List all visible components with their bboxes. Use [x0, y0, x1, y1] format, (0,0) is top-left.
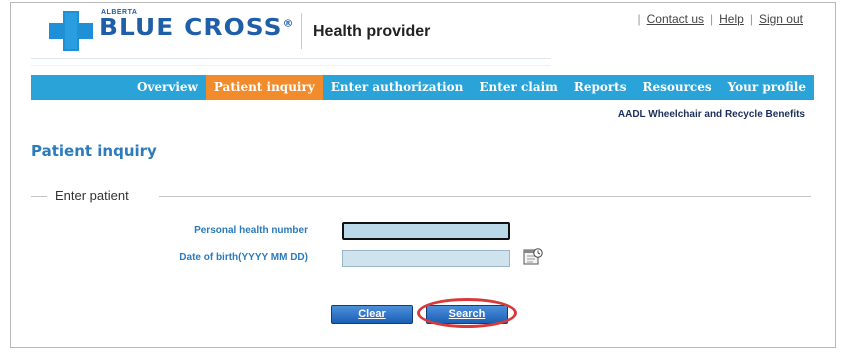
help-link[interactable]: Help — [719, 12, 744, 26]
header-rule — [31, 58, 551, 59]
nav-enter-claim[interactable]: Enter claim — [471, 75, 565, 100]
fieldset-border-right — [159, 196, 811, 197]
nav-enter-authorization[interactable]: Enter authorization — [323, 75, 472, 100]
nav-patient-inquiry[interactable]: Patient inquiry — [205, 75, 323, 100]
nav-reports[interactable]: Reports — [566, 75, 635, 100]
page-title: Patient inquiry — [31, 142, 157, 160]
search-highlight-annotation — [417, 298, 517, 328]
phn-label: Personal health number — [194, 225, 308, 236]
nav-your-profile[interactable]: Your profile — [720, 75, 814, 100]
nav-resources[interactable]: Resources — [634, 75, 719, 100]
main-nav: Overview Patient inquiry Enter authoriza… — [31, 75, 814, 100]
dob-label: Date of birth(YYYY MM DD) — [179, 252, 308, 263]
header-separator — [301, 13, 302, 49]
fieldset-legend: Enter patient — [55, 188, 129, 203]
phn-input[interactable] — [342, 222, 510, 240]
fieldset-border-left — [31, 196, 47, 197]
top-links: | Contact us | Help | Sign out — [637, 12, 803, 26]
header-rule-secondary — [31, 65, 551, 66]
sign-out-link[interactable]: Sign out — [759, 12, 803, 26]
contact-us-link[interactable]: Contact us — [647, 12, 704, 26]
dob-input[interactable] — [342, 250, 510, 267]
aadl-benefits-link[interactable]: AADL Wheelchair and Recycle Benefits — [618, 109, 805, 120]
alberta-blue-cross-logo[interactable]: ALBERTA BLUE CROSS® — [49, 9, 309, 51]
cross-logo-icon — [49, 11, 93, 51]
product-title: Health provider — [313, 23, 431, 40]
clear-button[interactable]: Clear — [331, 305, 413, 324]
nav-overview[interactable]: Overview — [129, 75, 206, 100]
page-frame: ALBERTA BLUE CROSS® Health provider | Con… — [10, 2, 836, 348]
calendar-icon[interactable] — [523, 247, 543, 267]
logo-brand-text: BLUE CROSS® — [99, 15, 294, 41]
